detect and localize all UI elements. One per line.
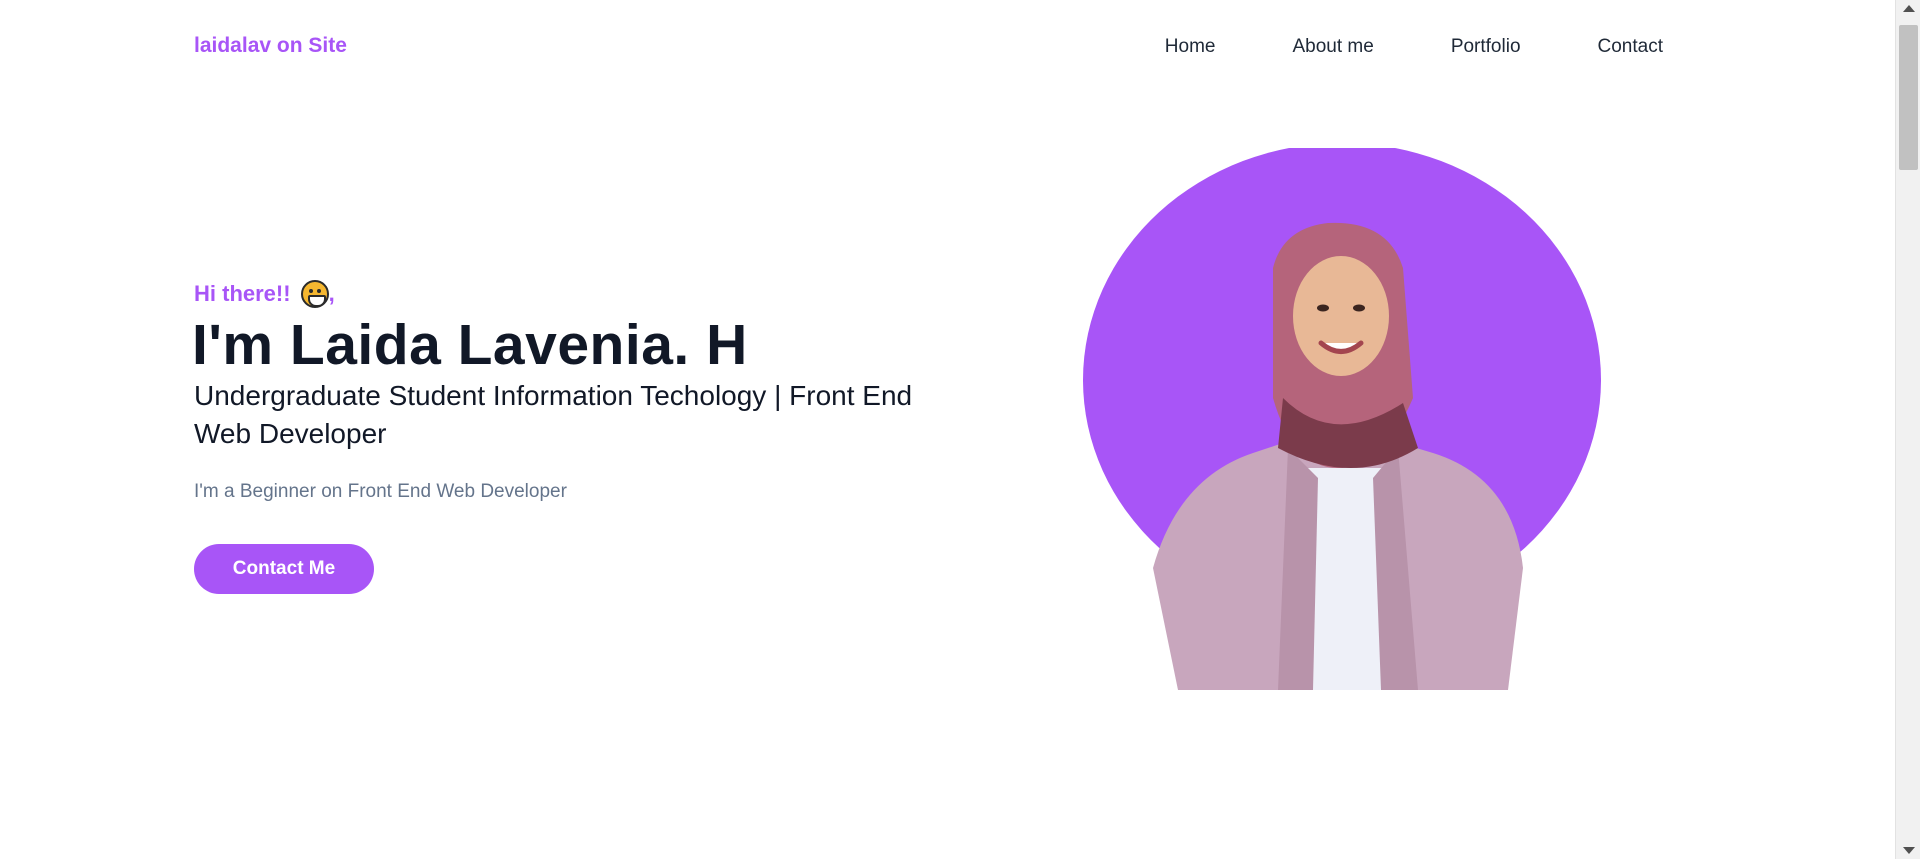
nav-item-about-me[interactable]: About me <box>1292 36 1373 58</box>
main-nav: Home About me Portfolio Contact <box>1165 36 1663 58</box>
profile-portrait <box>1083 148 1603 690</box>
portrait-illustration <box>1083 148 1601 690</box>
nav-item-contact[interactable]: Contact <box>1598 36 1663 58</box>
portrait-face <box>1293 256 1389 376</box>
scrollbar-thumb[interactable] <box>1899 25 1918 170</box>
site-logo[interactable]: laidalav on Site <box>194 34 347 58</box>
greeting-text: Hi there!! <box>194 281 291 306</box>
page-scrollbar[interactable] <box>1895 0 1920 859</box>
hero-role: Undergraduate Student Information Techol… <box>194 380 913 449</box>
hero-greeting: Hi there!! , <box>194 280 335 308</box>
grinning-face-icon <box>300 280 329 308</box>
contact-me-button[interactable]: Contact Me <box>194 544 374 594</box>
scroll-up-arrow-icon[interactable] <box>1903 5 1915 12</box>
greeting-suffix: , <box>328 281 335 306</box>
nav-item-home[interactable]: Home <box>1165 36 1216 58</box>
hero-tagline: I'm a Beginner on Front End Web Develope… <box>194 481 567 502</box>
hero-name-heading: I'm Laida Lavenia. H <box>192 313 748 377</box>
page: laidalav on Site Home About me Portfolio… <box>0 0 1895 859</box>
scroll-down-arrow-icon[interactable] <box>1903 847 1915 854</box>
nav-item-portfolio[interactable]: Portfolio <box>1451 36 1521 58</box>
